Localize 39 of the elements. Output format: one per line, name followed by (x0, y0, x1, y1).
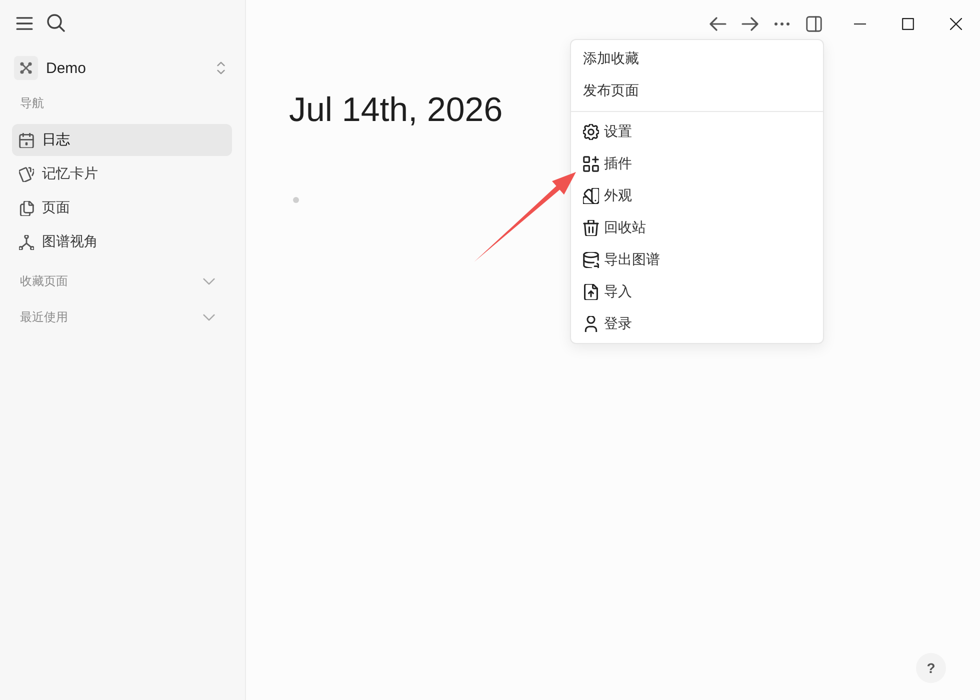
page-title: Jul 14th, 2026 (289, 90, 503, 130)
user-icon (583, 316, 599, 332)
apps-plus-icon (583, 156, 599, 172)
more-icon[interactable] (774, 22, 790, 26)
file-upload-icon (583, 284, 599, 300)
menu-item[interactable]: 插件 (571, 148, 823, 180)
nav-item[interactable]: 页面 (12, 192, 232, 224)
nav-item[interactable]: 日志 (12, 124, 232, 156)
search-icon[interactable] (47, 14, 65, 32)
sidebar-panel-icon[interactable] (806, 16, 822, 32)
files-icon (19, 200, 34, 216)
menu-item[interactable]: 设置 (571, 116, 823, 148)
workspace-nodes-icon[interactable] (14, 56, 38, 80)
trash-icon (583, 220, 599, 236)
settings-icon (583, 124, 599, 140)
menu-item[interactable]: 添加收藏 (571, 43, 823, 75)
color-swatch-icon (583, 188, 599, 204)
cards-icon (19, 166, 34, 182)
chevron-up-down-icon[interactable] (217, 61, 225, 75)
database-export-icon (583, 252, 599, 268)
bullet-dot-icon[interactable] (293, 197, 299, 203)
menu-item[interactable]: 外观 (571, 180, 823, 212)
menu-icon[interactable] (16, 16, 33, 30)
arrow-left-icon[interactable] (709, 17, 727, 31)
nav-item[interactable]: 记忆卡片 (12, 158, 232, 190)
nav-item[interactable]: 图谱视角 (12, 226, 232, 258)
calendar-icon (19, 132, 34, 148)
workspace-name[interactable]: Demo (46, 60, 217, 76)
close-icon[interactable] (950, 18, 962, 30)
arrow-right-icon[interactable] (741, 17, 759, 31)
hierarchy-icon (19, 234, 34, 250)
maximize-icon[interactable] (902, 18, 914, 30)
menu-item[interactable]: 发布页面 (571, 75, 823, 107)
menu-item[interactable]: 登录 (571, 308, 823, 340)
menu-item[interactable]: 回收站 (571, 212, 823, 244)
minimize-icon[interactable] (854, 23, 866, 25)
menu-item[interactable]: 导出图谱 (571, 244, 823, 276)
menu-item[interactable]: 导入 (571, 276, 823, 308)
nav-heading: 导航 (19, 95, 45, 112)
